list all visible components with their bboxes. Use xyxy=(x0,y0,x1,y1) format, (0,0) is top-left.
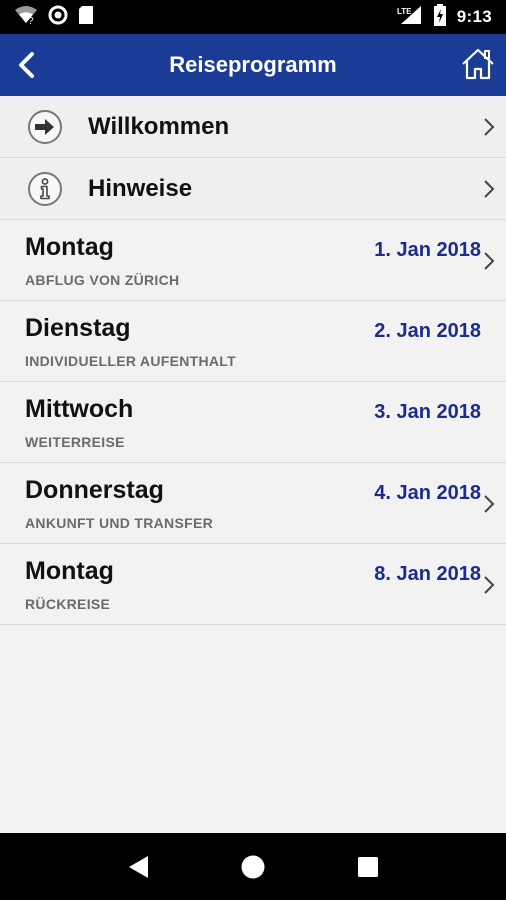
signal-icon: LTE xyxy=(397,5,423,30)
menu-item-hinweise[interactable]: Hinweise xyxy=(0,158,506,220)
back-chevron-icon xyxy=(19,52,34,78)
app-bar: Reiseprogramm xyxy=(0,34,506,96)
nav-home-button[interactable] xyxy=(233,847,273,887)
chevron-right-icon xyxy=(482,251,496,271)
day-row[interactable]: Montag 1. Jan 2018 ABFLUG VON ZÜRICH xyxy=(0,220,506,301)
sd-card-icon xyxy=(78,5,94,30)
day-name: Donnerstag xyxy=(25,476,164,504)
day-name: Mittwoch xyxy=(25,395,134,423)
chevron-right-icon xyxy=(482,179,496,199)
day-date: 8. Jan 2018 xyxy=(374,563,481,585)
content: Willkommen Hinweise Montag 1. Jan 2018 A… xyxy=(0,96,506,625)
status-left: ? xyxy=(14,5,94,30)
nav-recents-button[interactable] xyxy=(348,847,388,887)
day-subtitle: WEITERREISE xyxy=(25,434,125,450)
svg-text:?: ? xyxy=(28,16,34,25)
nav-recents-icon xyxy=(358,856,379,877)
home-icon xyxy=(462,48,494,80)
day-subtitle: RÜCKREISE xyxy=(25,596,111,612)
status-right: LTE 9:13 xyxy=(397,3,492,31)
day-row[interactable]: Montag 8. Jan 2018 RÜCKREISE xyxy=(0,544,506,625)
menu-item-label: Hinweise xyxy=(88,174,193,202)
nav-back-button[interactable] xyxy=(118,847,158,887)
chevron-right-icon xyxy=(482,117,496,137)
status-bar: ? LTE 9:13 xyxy=(0,0,506,34)
day-date: 1. Jan 2018 xyxy=(374,239,481,261)
back-button[interactable] xyxy=(10,48,42,82)
day-row[interactable]: Mittwoch 3. Jan 2018 WEITERREISE xyxy=(0,382,506,463)
day-subtitle: ABFLUG VON ZÜRICH xyxy=(25,272,180,288)
day-name: Montag xyxy=(25,233,114,261)
day-row[interactable]: Dienstag 2. Jan 2018 INDIVIDUELLER AUFEN… xyxy=(0,301,506,382)
arrow-right-circle-icon xyxy=(26,108,64,146)
system-nav-bar xyxy=(0,833,506,900)
day-name: Montag xyxy=(25,557,114,585)
day-name: Dienstag xyxy=(25,314,131,342)
day-subtitle: ANKUNFT UND TRANSFER xyxy=(25,515,213,531)
menu-item-label: Willkommen xyxy=(88,112,230,140)
status-time: 9:13 xyxy=(456,7,492,26)
nav-back-icon xyxy=(128,855,148,878)
menu-item-willkommen[interactable]: Willkommen xyxy=(0,96,506,158)
chevron-right-icon xyxy=(482,494,496,514)
info-circle-icon xyxy=(26,170,64,208)
day-row[interactable]: Donnerstag 4. Jan 2018 ANKUNFT UND TRANS… xyxy=(0,463,506,544)
page-title: Reiseprogramm xyxy=(169,52,337,77)
wifi-icon: ? xyxy=(14,5,38,30)
day-date: 2. Jan 2018 xyxy=(374,320,481,342)
chevron-right-icon xyxy=(482,575,496,595)
sync-icon xyxy=(48,5,68,30)
day-date: 3. Jan 2018 xyxy=(374,401,481,423)
svg-text:LTE: LTE xyxy=(397,7,412,16)
home-button[interactable] xyxy=(458,44,498,84)
day-subtitle: INDIVIDUELLER AUFENTHALT xyxy=(25,353,236,369)
battery-icon xyxy=(433,3,447,31)
nav-home-icon xyxy=(241,855,265,878)
day-date: 4. Jan 2018 xyxy=(374,482,481,504)
